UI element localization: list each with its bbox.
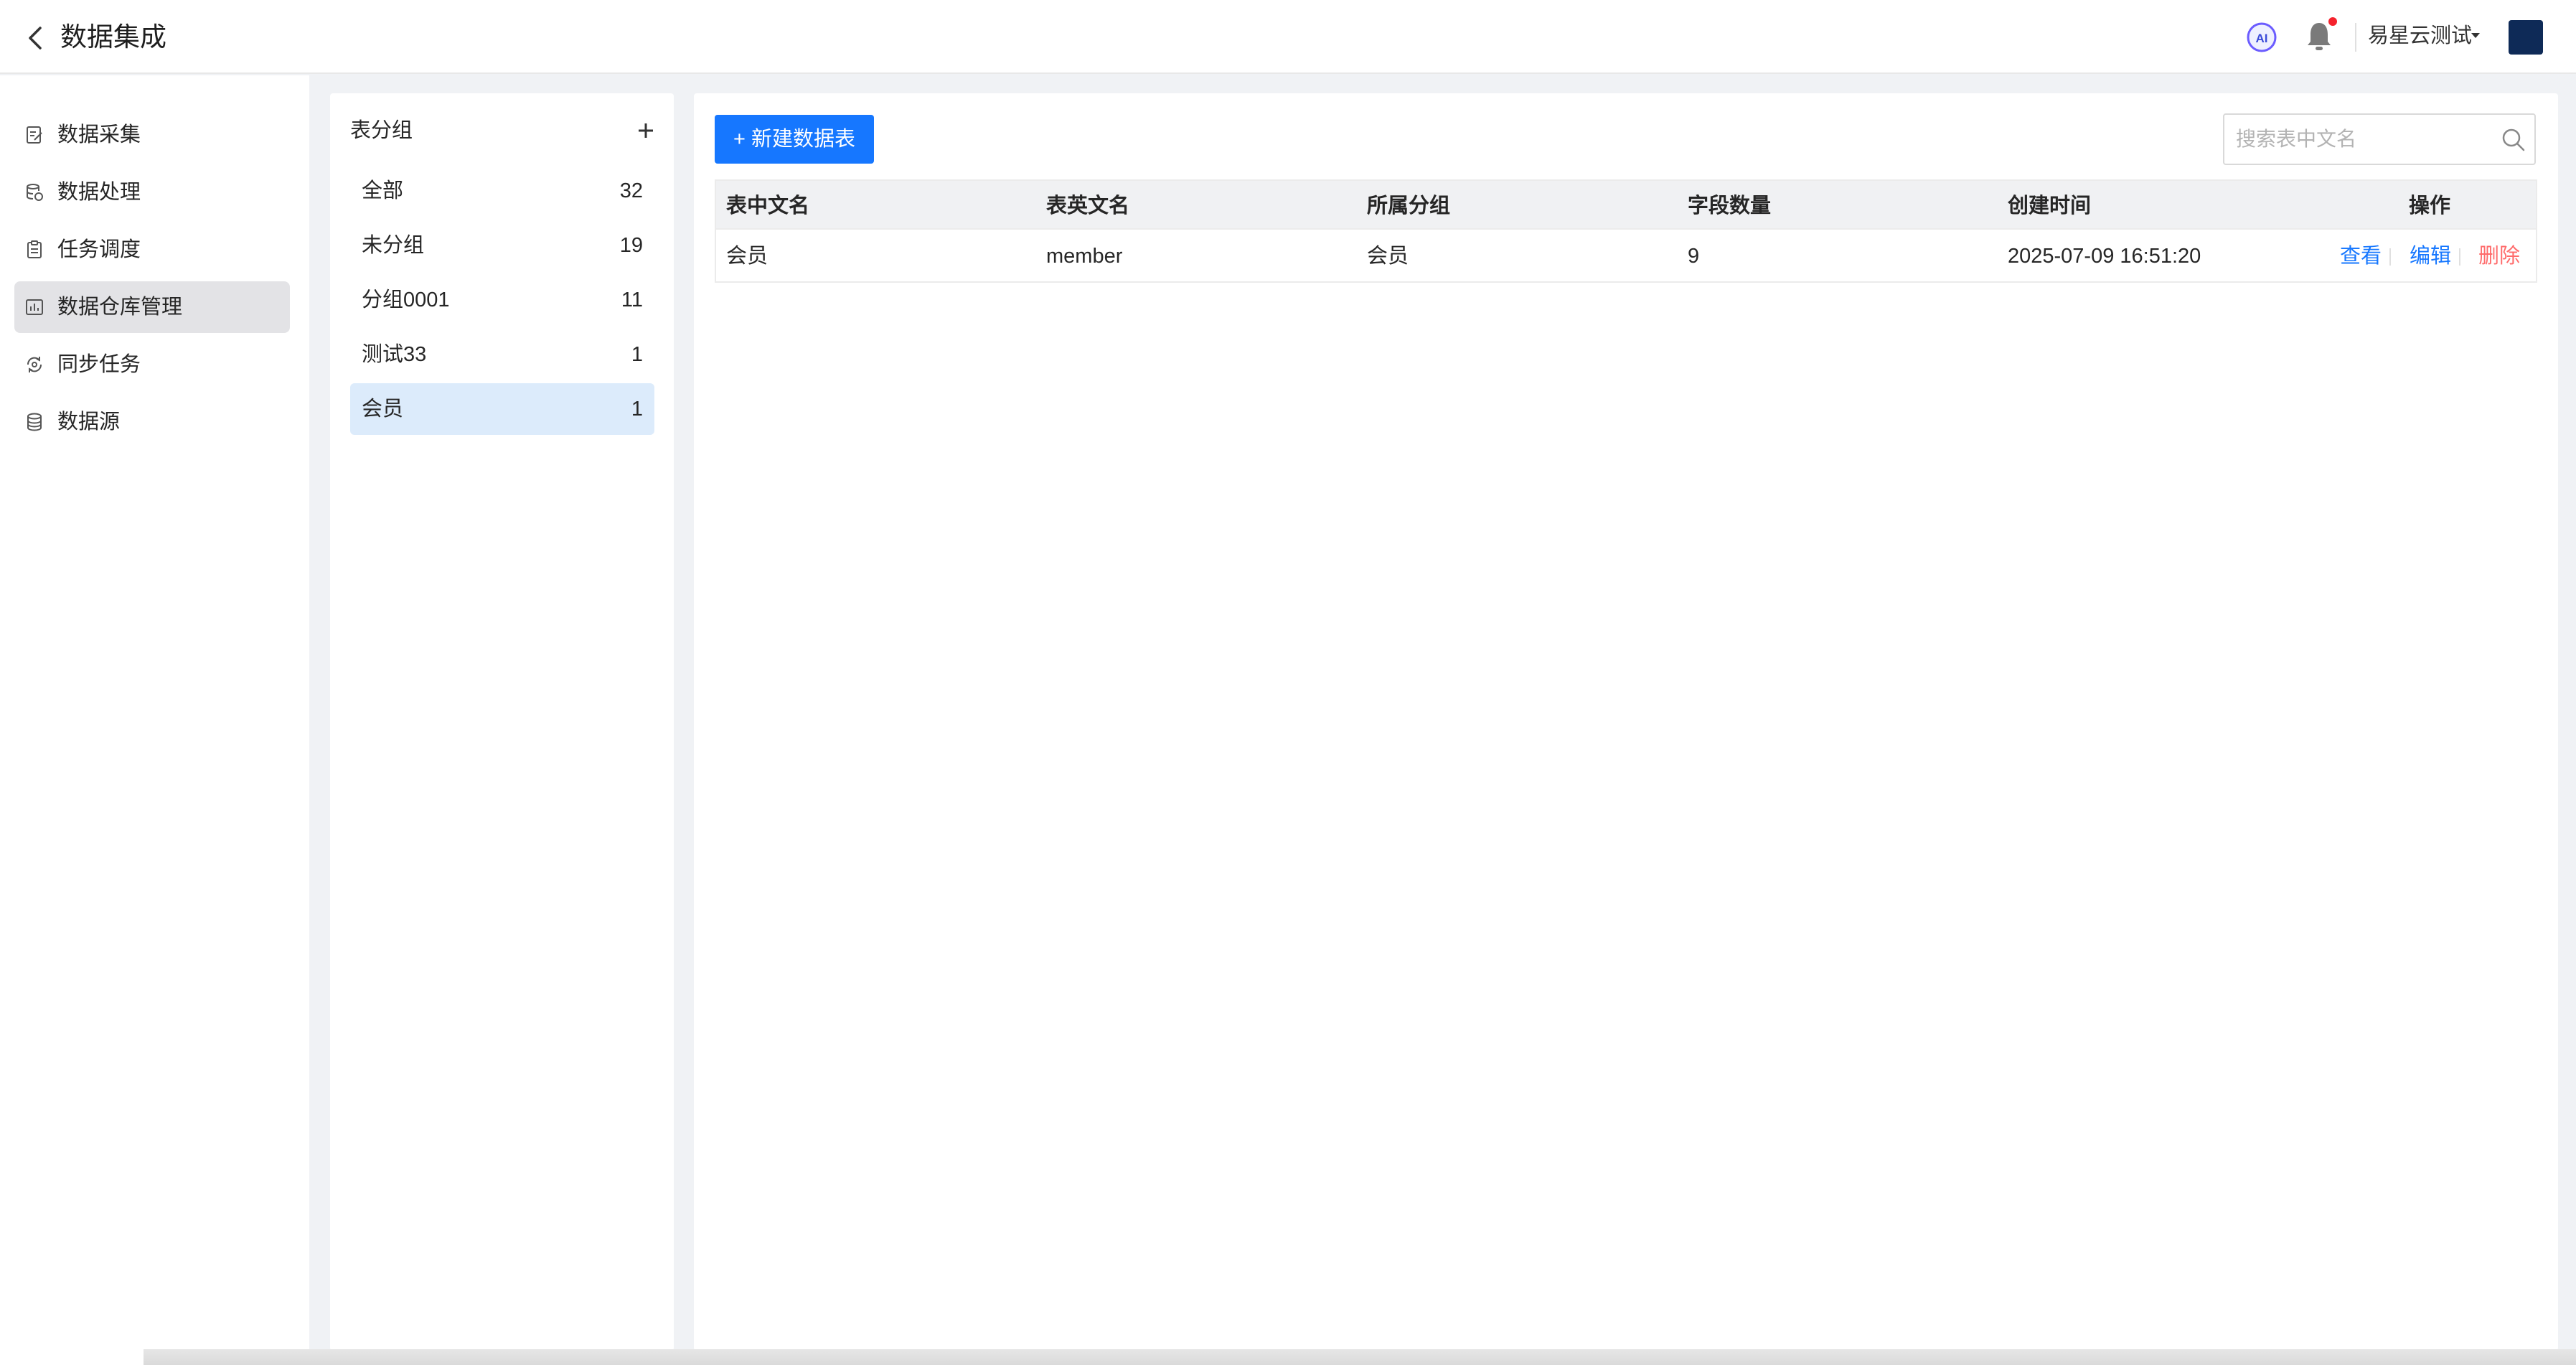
sidebar-item-data-warehouse[interactable]: 数据仓库管理 bbox=[14, 281, 290, 333]
group-item-test33[interactable]: 测试33 1 bbox=[350, 329, 654, 380]
column-header-actions: 操作 bbox=[2409, 194, 2451, 217]
chart-icon bbox=[26, 299, 43, 315]
table-group-panel: 表分组 全部 32 未分组 19 分组0001 11 测试33 1 会员 1 bbox=[330, 93, 674, 1351]
delete-link[interactable]: 删除 bbox=[2478, 244, 2520, 268]
table-header: 表中文名 表英文名 所属分组 字段数量 创建时间 操作 bbox=[715, 179, 2537, 230]
top-bar: 数据集成 AI 易星云测试 bbox=[0, 0, 2576, 74]
database-icon bbox=[27, 413, 42, 431]
column-header-cn-name: 表中文名 bbox=[726, 194, 810, 217]
action-divider bbox=[2389, 248, 2391, 266]
cell-created: 2025-07-09 16:51:20 bbox=[2008, 245, 2201, 268]
group-name: 全部 bbox=[362, 179, 404, 202]
group-name: 测试33 bbox=[362, 343, 427, 366]
search-box bbox=[2223, 113, 2536, 165]
plus-icon[interactable] bbox=[631, 116, 660, 145]
sidebar-item-label: 同步任务 bbox=[57, 353, 141, 376]
column-header-created: 创建时间 bbox=[2008, 194, 2092, 217]
group-item-group0001[interactable]: 分组0001 11 bbox=[350, 274, 654, 326]
new-table-button[interactable]: + 新建数据表 bbox=[715, 115, 874, 164]
sidebar-item-label: 数据源 bbox=[57, 411, 121, 433]
bottom-shade bbox=[144, 1349, 2576, 1365]
sidebar-item-data-processing[interactable]: 数据处理 bbox=[14, 166, 290, 218]
cell-cn-name: 会员 bbox=[726, 245, 768, 268]
header-divider bbox=[2355, 23, 2356, 52]
column-header-en-name: 表英文名 bbox=[1046, 194, 1130, 217]
group-count: 19 bbox=[619, 234, 643, 257]
caret-down-icon[interactable] bbox=[2471, 33, 2480, 38]
sidebar-item-data-source[interactable]: 数据源 bbox=[14, 396, 290, 448]
sidebar-item-task-scheduling[interactable]: 任务调度 bbox=[14, 224, 290, 276]
app-title: 数据集成 bbox=[60, 22, 166, 52]
column-header-group: 所属分组 bbox=[1367, 194, 1451, 217]
sidebar-item-label: 数据采集 bbox=[57, 123, 141, 146]
user-menu[interactable]: 易星云测试 bbox=[2368, 20, 2472, 52]
ai-icon[interactable]: AI bbox=[2246, 22, 2277, 53]
group-panel-title: 表分组 bbox=[350, 119, 413, 142]
notification-dot bbox=[2328, 17, 2337, 26]
group-name: 未分组 bbox=[362, 234, 425, 257]
document-edit-icon bbox=[27, 126, 42, 144]
sidebar-item-label: 数据仓库管理 bbox=[57, 296, 183, 319]
sidebar-item-data-collection[interactable]: 数据采集 bbox=[14, 109, 290, 161]
back-arrow-icon[interactable] bbox=[24, 24, 46, 52]
group-count: 32 bbox=[619, 179, 643, 202]
cell-en-name: member bbox=[1046, 245, 1123, 268]
group-count: 1 bbox=[631, 343, 643, 366]
cell-group: 会员 bbox=[1367, 245, 1409, 268]
sidebar-nav: 数据采集 数据处理 任务调度 数据仓库管理 同步任务 数据源 bbox=[0, 75, 309, 1365]
sidebar-item-sync-tasks[interactable]: 同步任务 bbox=[14, 339, 290, 390]
group-name: 会员 bbox=[362, 398, 404, 421]
database-process-icon bbox=[27, 184, 43, 201]
group-item-ungrouped[interactable]: 未分组 19 bbox=[350, 220, 654, 271]
search-input[interactable] bbox=[2236, 125, 2487, 154]
sidebar-item-label: 数据处理 bbox=[57, 181, 141, 204]
edit-link[interactable]: 编辑 bbox=[2410, 244, 2451, 268]
sidebar-item-label: 任务调度 bbox=[57, 238, 141, 261]
clipboard-icon bbox=[27, 240, 42, 258]
main-panel: + 新建数据表 表中文名 表英文名 所属分组 字段数量 创建时间 操作 会员 m… bbox=[694, 93, 2558, 1351]
group-name: 分组0001 bbox=[362, 289, 450, 311]
svg-text:AI: AI bbox=[2256, 32, 2268, 45]
group-item-member[interactable]: 会员 1 bbox=[350, 383, 654, 435]
table-row: 会员 member 会员 9 2025-07-09 16:51:20 查看 编辑… bbox=[715, 230, 2537, 283]
cell-field-count: 9 bbox=[1688, 245, 1700, 268]
group-count: 1 bbox=[631, 398, 643, 421]
avatar[interactable] bbox=[2509, 20, 2543, 55]
group-count: 11 bbox=[621, 289, 643, 311]
search-icon[interactable] bbox=[2500, 126, 2527, 154]
column-header-field-count: 字段数量 bbox=[1688, 194, 1772, 217]
action-divider bbox=[2459, 248, 2460, 266]
group-item-all[interactable]: 全部 32 bbox=[350, 165, 654, 217]
view-link[interactable]: 查看 bbox=[2340, 244, 2382, 268]
sync-icon bbox=[27, 357, 42, 372]
